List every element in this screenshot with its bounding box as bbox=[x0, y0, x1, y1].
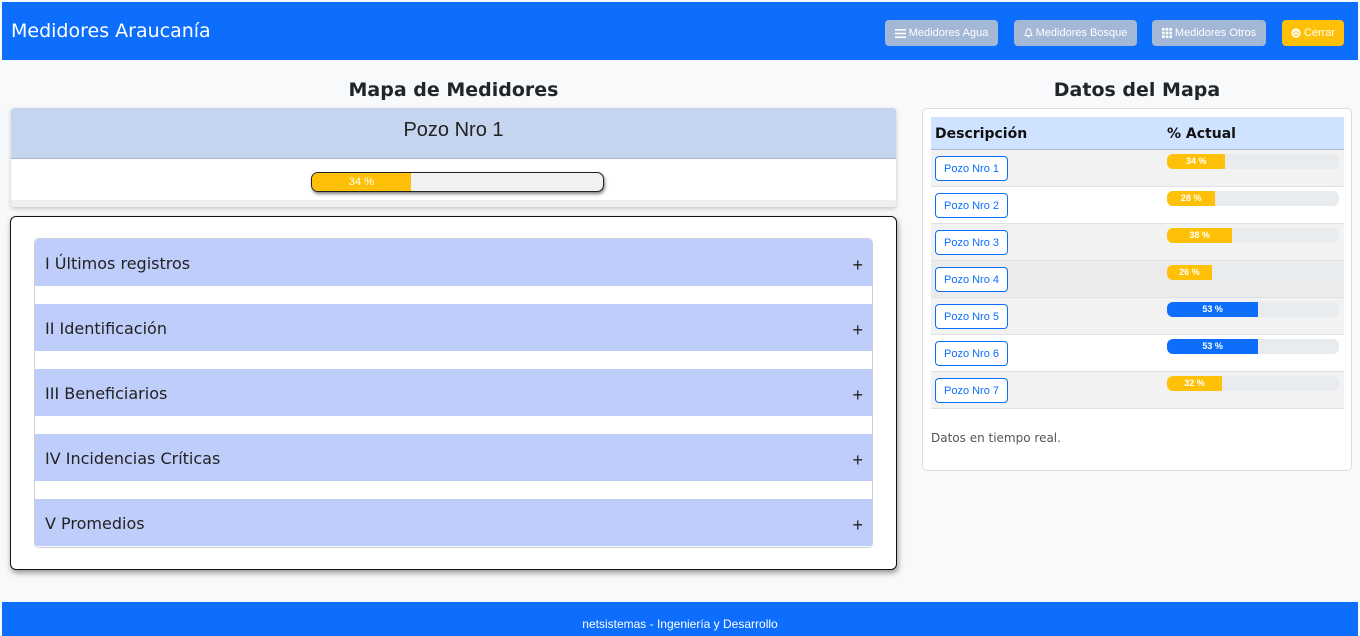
accordion-item-label: III Beneficiarios bbox=[45, 384, 168, 403]
pozo-button[interactable]: Pozo Nro 2 bbox=[935, 193, 1008, 218]
plus-icon: + bbox=[852, 255, 863, 275]
table-row: Pozo Nro 6 53 % bbox=[931, 335, 1344, 372]
progress-bar: 38 % bbox=[1167, 228, 1339, 243]
plus-icon: + bbox=[852, 320, 863, 340]
plus-icon: + bbox=[852, 450, 863, 470]
progress-label: 26 % bbox=[1179, 267, 1200, 277]
plus-icon: + bbox=[852, 385, 863, 405]
footer-text: netsistemas - Ingeniería y Desarrollo bbox=[582, 617, 778, 631]
water-icon bbox=[894, 28, 906, 38]
accordion-item-label: II Identificación bbox=[45, 319, 167, 338]
medidores-otros-label: Medidores Otros bbox=[1174, 27, 1257, 39]
progress-bar: 28 % bbox=[1167, 191, 1339, 206]
datos-title: Datos del Mapa bbox=[1053, 79, 1221, 101]
pozo-card-footer bbox=[11, 200, 896, 207]
progress-label: 38 % bbox=[1189, 230, 1210, 240]
accordion-item-identificacion[interactable]: II Identificación + bbox=[35, 304, 872, 351]
table-header: Descripción % Actual bbox=[931, 117, 1344, 150]
accordion-item-label: V Promedios bbox=[45, 514, 145, 533]
table-row: Pozo Nro 5 53 % bbox=[931, 298, 1344, 335]
medidores-bosque-button[interactable]: Medidores Bosque bbox=[1014, 20, 1137, 46]
accordion-item-beneficiarios[interactable]: III Beneficiarios + bbox=[35, 369, 872, 416]
power-icon bbox=[1291, 28, 1301, 38]
pozo-progress-label: 34 % bbox=[348, 176, 374, 188]
pozo-card-header: Pozo Nro 1 bbox=[11, 108, 896, 159]
accordion-item-incidencias-criticas[interactable]: IV Incidencias Críticas + bbox=[35, 434, 872, 481]
cerrar-button[interactable]: Cerrar bbox=[1282, 20, 1344, 46]
accordion-item-ultimos-registros[interactable]: I Últimos registros + bbox=[35, 239, 872, 286]
medidores-bosque-label: Medidores Bosque bbox=[1035, 27, 1128, 39]
progress-bar: 34 % bbox=[1167, 154, 1339, 169]
column-header-descripcion: Descripción bbox=[935, 126, 1028, 142]
pozo-button[interactable]: Pozo Nro 3 bbox=[935, 230, 1008, 255]
progress-label: 53 % bbox=[1202, 304, 1223, 314]
pozo-title: Pozo Nro 1 bbox=[403, 119, 504, 141]
progress-bar: 32 % bbox=[1167, 376, 1339, 391]
pozo-progress-bar: 34 % bbox=[311, 172, 604, 192]
pozo-button[interactable]: Pozo Nro 5 bbox=[935, 304, 1008, 329]
pozo-button[interactable]: Pozo Nro 6 bbox=[935, 341, 1008, 366]
progress-bar: 26 % bbox=[1167, 265, 1339, 280]
accordion-item-label: IV Incidencias Críticas bbox=[45, 449, 221, 468]
pozo-button[interactable]: Pozo Nro 1 bbox=[935, 156, 1008, 181]
table-row: Pozo Nro 3 38 % bbox=[931, 224, 1344, 261]
table-row: Pozo Nro 4 26 % bbox=[931, 261, 1344, 298]
mapa-title: Mapa de Medidores bbox=[348, 79, 559, 101]
medidores-agua-label: Medidores Agua bbox=[908, 27, 989, 39]
accordion-card: I Últimos registros + II Identificación … bbox=[10, 216, 897, 570]
medidores-otros-button[interactable]: Medidores Otros bbox=[1152, 20, 1266, 46]
column-header-actual: % Actual bbox=[1167, 126, 1236, 142]
brand-title[interactable]: Medidores Araucanía bbox=[11, 20, 211, 42]
accordion: I Últimos registros + II Identificación … bbox=[34, 238, 873, 548]
plus-icon: + bbox=[852, 515, 863, 535]
accordion-item-promedios[interactable]: V Promedios + bbox=[35, 499, 872, 546]
medidores-agua-button[interactable]: Medidores Agua bbox=[885, 20, 998, 46]
pozo-card: Pozo Nro 1 34 % bbox=[11, 108, 896, 207]
datos-card: Descripción % Actual Pozo Nro 1 34 % Poz… bbox=[922, 108, 1352, 471]
bell-icon bbox=[1023, 28, 1033, 38]
progress-label: 53 % bbox=[1202, 341, 1223, 351]
progress-label: 34 % bbox=[1185, 156, 1207, 166]
table-row: Pozo Nro 1 34 % bbox=[931, 150, 1344, 187]
progress-bar: 53 % bbox=[1167, 302, 1339, 317]
pozo-button[interactable]: Pozo Nro 7 bbox=[935, 378, 1008, 403]
table-row: Pozo Nro 7 32 % bbox=[931, 372, 1344, 409]
progress-bar: 53 % bbox=[1167, 339, 1339, 354]
navbar: Medidores Araucanía Medidores Agua Medid… bbox=[2, 2, 1358, 60]
datos-note: Datos en tiempo real. bbox=[931, 431, 1061, 445]
progress-label: 32 % bbox=[1184, 378, 1205, 388]
accordion-item-label: I Últimos registros bbox=[45, 254, 191, 273]
table-row: Pozo Nro 2 28 % bbox=[931, 187, 1344, 224]
pozo-button[interactable]: Pozo Nro 4 bbox=[935, 267, 1008, 292]
progress-label: 28 % bbox=[1180, 193, 1202, 203]
grid-icon bbox=[1161, 28, 1172, 38]
cerrar-label: Cerrar bbox=[1303, 27, 1336, 39]
footer: netsistemas - Ingeniería y Desarrollo bbox=[2, 602, 1358, 636]
